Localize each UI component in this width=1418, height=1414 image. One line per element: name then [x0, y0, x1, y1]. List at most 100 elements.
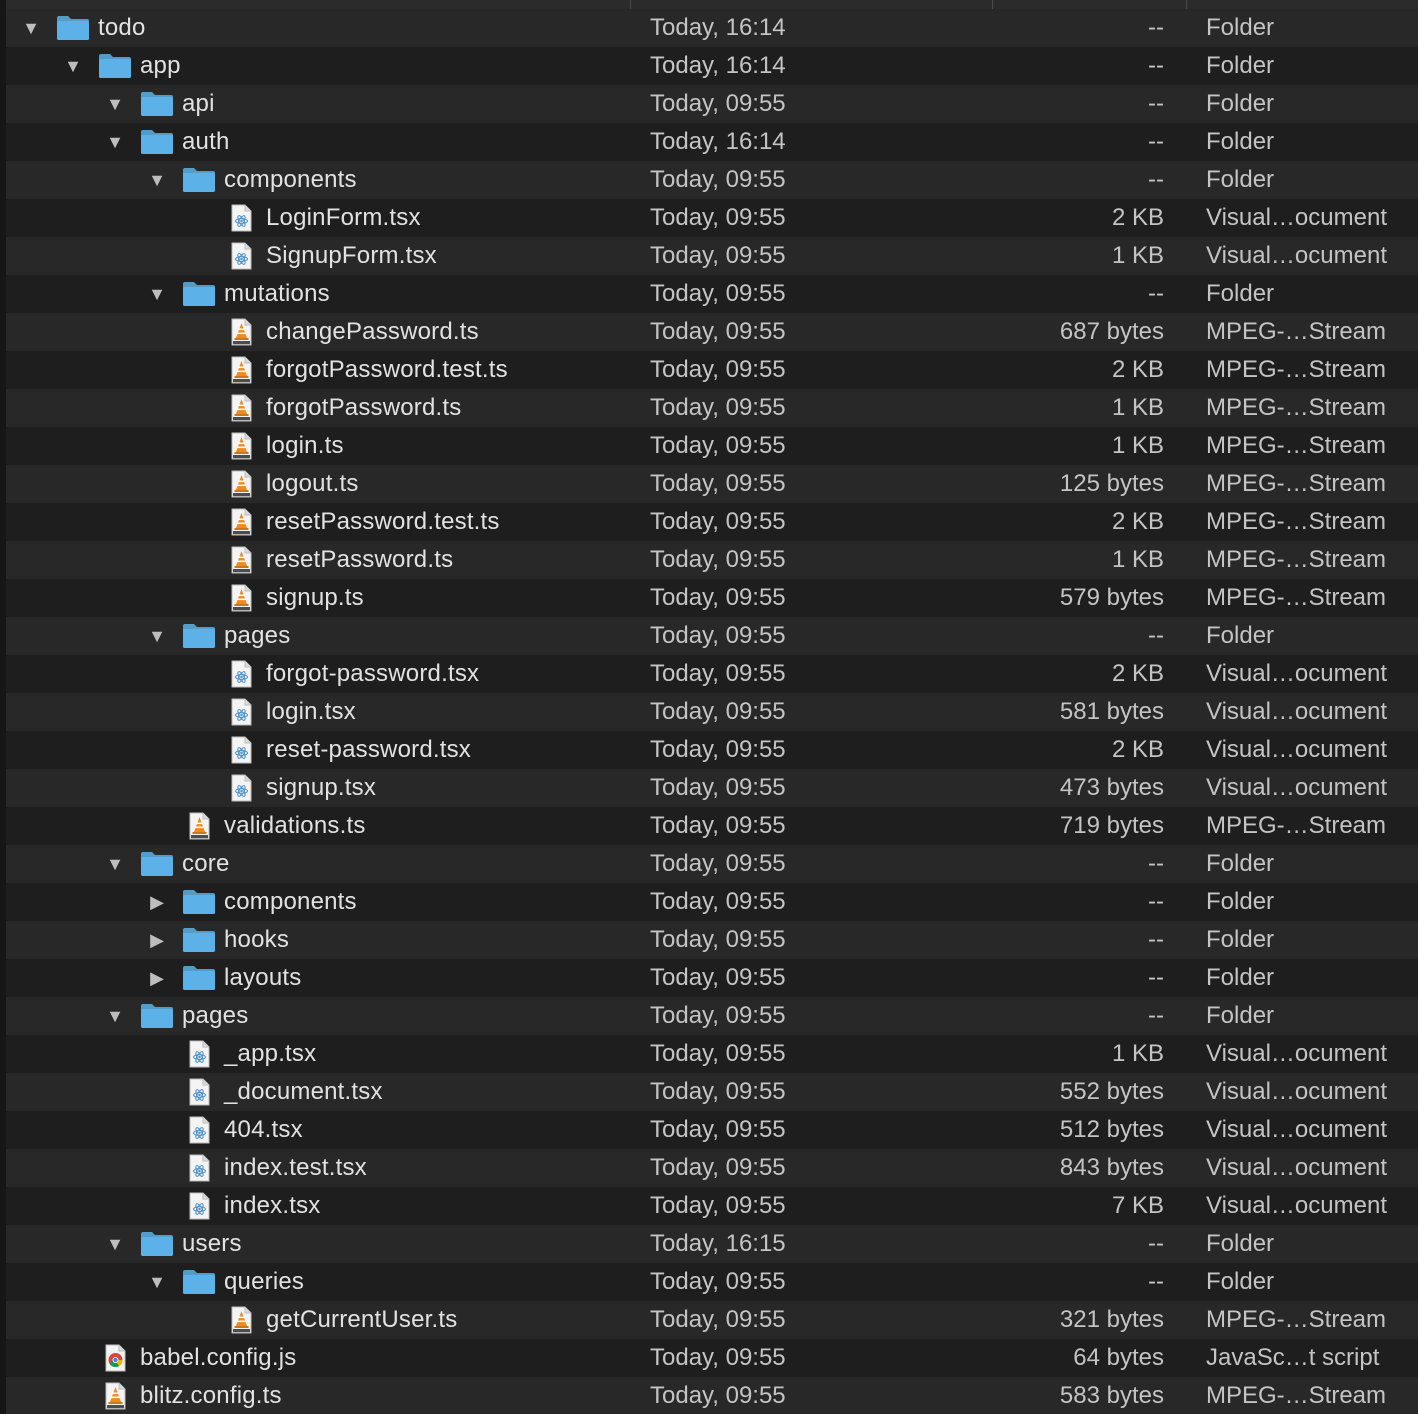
disclosure-collapsed-icon[interactable]: ▶ — [146, 959, 168, 997]
file-size: 1 KB — [1111, 394, 1164, 421]
file-size: 125 bytes — [1059, 470, 1164, 497]
date-modified: Today, 09:55 — [650, 1078, 786, 1105]
file-row[interactable]: login.tsx Today, 09:55 581 bytes Visual…ocu… — [6, 693, 1418, 731]
folder-row[interactable]: ▼ components Today, 09:55 -- Folder — [6, 161, 1418, 199]
folder-icon — [140, 850, 174, 878]
file-row[interactable]: reset-password.tsx Today, 09:55 2 KB Visual… — [6, 731, 1418, 769]
date-modified: Today, 09:55 — [650, 622, 786, 649]
file-kind: Visual…ocument — [1206, 698, 1387, 725]
file-row[interactable]: logout.ts Today, 09:55 125 bytes MPEG-…Stre… — [6, 465, 1418, 503]
date-modified: Today, 09:55 — [650, 356, 786, 383]
file-kind: Folder — [1206, 280, 1275, 307]
disclosure-expanded-icon[interactable]: ▼ — [146, 275, 168, 313]
file-size: 2 KB — [1111, 356, 1164, 383]
mpeg-file-icon — [224, 470, 258, 498]
disclosure-expanded-icon[interactable]: ▼ — [104, 85, 126, 123]
item-name: forgotPassword.ts — [266, 394, 462, 421]
date-modified: Today, 09:55 — [650, 546, 786, 573]
folder-row[interactable]: ▼ auth Today, 16:14 -- Folder — [6, 123, 1418, 161]
item-name: todo — [98, 14, 146, 41]
folder-row[interactable]: ▶ hooks Today, 09:55 -- Folder — [6, 921, 1418, 959]
disclosure-expanded-icon[interactable]: ▼ — [146, 1263, 168, 1301]
disclosure-expanded-icon[interactable]: ▼ — [20, 9, 42, 47]
folder-row[interactable]: ▶ components Today, 09:55 -- Folder — [6, 883, 1418, 921]
folder-row[interactable]: ▼ mutations Today, 09:55 -- Folder — [6, 275, 1418, 313]
item-name: validations.ts — [224, 812, 366, 839]
file-row[interactable]: forgotPassword.ts Today, 09:55 1 KB MPEG-…S… — [6, 389, 1418, 427]
file-row[interactable]: _app.tsx Today, 09:55 1 KB Visual…ocument — [6, 1035, 1418, 1073]
file-row[interactable]: forgot-password.tsx Today, 09:55 2 KB Visua… — [6, 655, 1418, 693]
item-name: SignupForm.tsx — [266, 242, 437, 269]
file-row[interactable]: blitz.config.ts Today, 09:55 583 bytes MPEG… — [6, 1377, 1418, 1414]
folder-icon — [182, 964, 216, 992]
file-kind: MPEG-…Stream — [1206, 1306, 1387, 1333]
file-row[interactable]: babel.config.js Today, 09:55 64 bytes JavaS… — [6, 1339, 1418, 1377]
folder-row[interactable]: ▼ queries Today, 09:55 -- Folder — [6, 1263, 1418, 1301]
disclosure-expanded-icon[interactable]: ▼ — [104, 997, 126, 1035]
folder-row[interactable]: ▶ layouts Today, 09:55 -- Folder — [6, 959, 1418, 997]
folder-row[interactable]: ▼ pages Today, 09:55 -- Folder — [6, 997, 1418, 1035]
folder-icon — [140, 1002, 174, 1030]
file-row[interactable]: index.tsx Today, 09:55 7 KB Visual…ocument — [6, 1187, 1418, 1225]
react-file-icon — [182, 1040, 216, 1068]
disclosure-collapsed-icon[interactable]: ▶ — [146, 883, 168, 921]
file-row[interactable]: index.test.tsx Today, 09:55 843 bytes Visua… — [6, 1149, 1418, 1187]
file-row[interactable]: login.ts Today, 09:55 1 KB MPEG-…Stream — [6, 427, 1418, 465]
file-row[interactable]: validations.ts Today, 09:55 719 bytes MPEG-… — [6, 807, 1418, 845]
folder-icon — [182, 280, 216, 308]
file-kind: Folder — [1206, 90, 1275, 117]
folder-row[interactable]: ▼ users Today, 16:15 -- Folder — [6, 1225, 1418, 1263]
disclosure-expanded-icon[interactable]: ▼ — [104, 123, 126, 161]
disclosure-expanded-icon[interactable]: ▼ — [104, 1225, 126, 1263]
folder-icon — [140, 128, 174, 156]
file-kind: Folder — [1206, 1268, 1275, 1295]
item-name: getCurrentUser.ts — [266, 1306, 458, 1333]
item-name: users — [182, 1230, 242, 1257]
folder-row[interactable]: ▼ pages Today, 09:55 -- Folder — [6, 617, 1418, 655]
chrome-file-icon — [98, 1344, 132, 1372]
file-size: 687 bytes — [1059, 318, 1164, 345]
mpeg-file-icon — [224, 546, 258, 574]
folder-row[interactable]: ▼ app Today, 16:14 -- Folder — [6, 47, 1418, 85]
date-modified: Today, 16:14 — [650, 52, 786, 79]
folder-row[interactable]: ▼ api Today, 09:55 -- Folder — [6, 85, 1418, 123]
folder-row[interactable]: ▼ todo Today, 16:14 -- Folder — [6, 9, 1418, 47]
disclosure-expanded-icon[interactable]: ▼ — [62, 47, 84, 85]
file-size: -- — [1148, 52, 1164, 79]
file-row[interactable]: resetPassword.test.ts Today, 09:55 2 KB MPE… — [6, 503, 1418, 541]
folder-row[interactable]: ▼ core Today, 09:55 -- Folder — [6, 845, 1418, 883]
folder-icon — [98, 52, 132, 80]
folder-icon — [182, 166, 216, 194]
disclosure-expanded-icon[interactable]: ▼ — [104, 845, 126, 883]
disclosure-collapsed-icon[interactable]: ▶ — [146, 921, 168, 959]
file-size: -- — [1148, 90, 1164, 117]
file-row[interactable]: LoginForm.tsx Today, 09:55 2 KB Visual…ocum… — [6, 199, 1418, 237]
column-divider[interactable] — [630, 0, 631, 9]
disclosure-expanded-icon[interactable]: ▼ — [146, 161, 168, 199]
file-list: ▼ todo Today, 16:14 -- Folder ▼ app Today, 16:1… — [6, 9, 1418, 1414]
file-size: 579 bytes — [1059, 584, 1164, 611]
item-name: mutations — [224, 280, 330, 307]
file-row[interactable]: SignupForm.tsx Today, 09:55 1 KB Visual…ocu… — [6, 237, 1418, 275]
file-row[interactable]: forgotPassword.test.ts Today, 09:55 2 KB MP… — [6, 351, 1418, 389]
column-divider[interactable] — [1186, 0, 1187, 9]
file-row[interactable]: changePassword.ts Today, 09:55 687 bytes MP… — [6, 313, 1418, 351]
date-modified: Today, 09:55 — [650, 1116, 786, 1143]
file-row[interactable]: 404.tsx Today, 09:55 512 bytes Visual…ocume… — [6, 1111, 1418, 1149]
file-size: -- — [1148, 166, 1164, 193]
file-row[interactable]: resetPassword.ts Today, 09:55 1 KB MPEG-…St… — [6, 541, 1418, 579]
file-row[interactable]: signup.ts Today, 09:55 579 bytes MPEG-…Stre… — [6, 579, 1418, 617]
column-divider[interactable] — [992, 0, 993, 9]
disclosure-expanded-icon[interactable]: ▼ — [146, 617, 168, 655]
file-row[interactable]: signup.tsx Today, 09:55 473 bytes Visual…oc… — [6, 769, 1418, 807]
date-modified: Today, 09:55 — [650, 318, 786, 345]
item-name: signup.tsx — [266, 774, 377, 801]
file-kind: Folder — [1206, 622, 1275, 649]
file-row[interactable]: _document.tsx Today, 09:55 552 bytes Visual… — [6, 1073, 1418, 1111]
date-modified: Today, 16:14 — [650, 128, 786, 155]
file-kind: Visual…ocument — [1206, 736, 1387, 763]
date-modified: Today, 09:55 — [650, 584, 786, 611]
date-modified: Today, 09:55 — [650, 888, 786, 915]
file-row[interactable]: getCurrentUser.ts Today, 09:55 321 bytes MP… — [6, 1301, 1418, 1339]
date-modified: Today, 09:55 — [650, 1268, 786, 1295]
